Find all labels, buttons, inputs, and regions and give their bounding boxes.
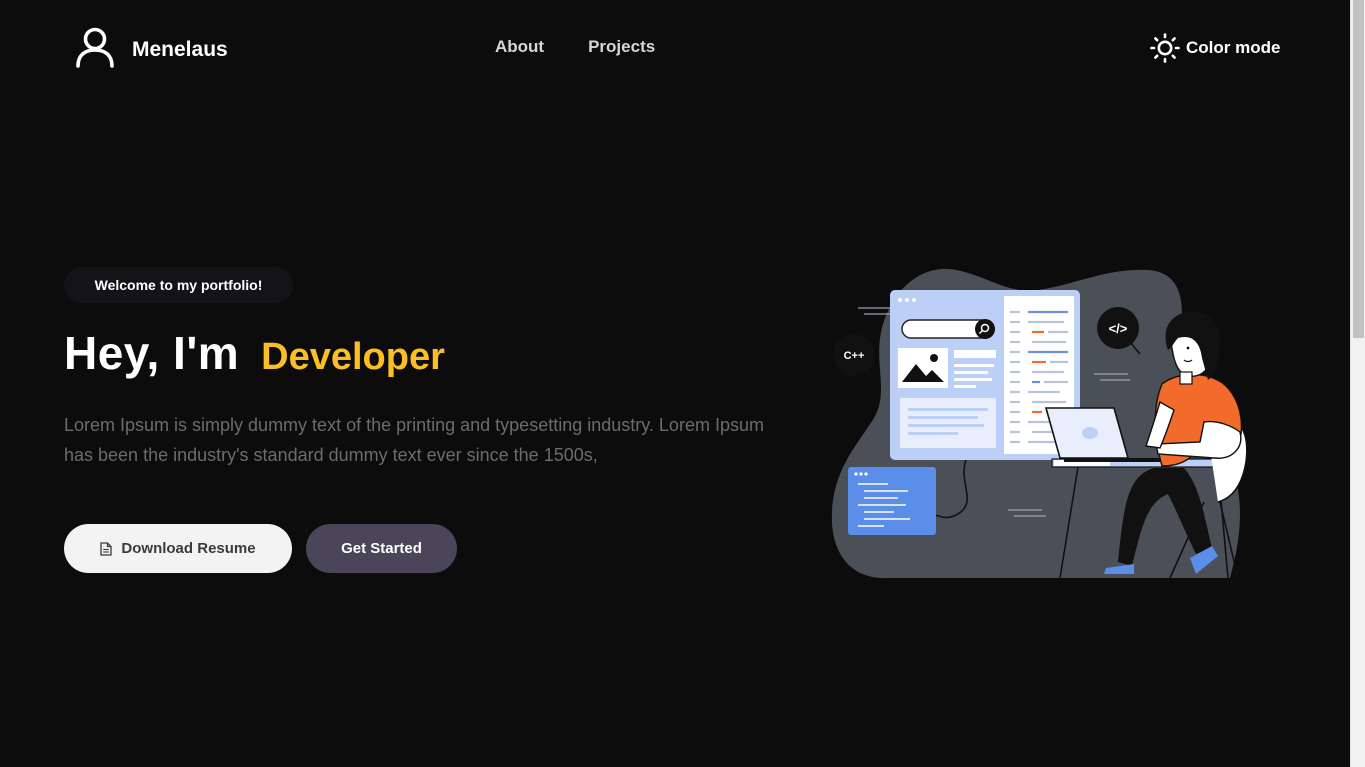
search-icon — [975, 319, 995, 339]
color-mode-toggle[interactable]: Color mode — [1150, 33, 1280, 63]
get-started-label: Get Started — [341, 540, 422, 557]
text-card-graphic — [900, 398, 996, 448]
document-icon — [100, 541, 113, 556]
nav-link-about[interactable]: About — [495, 37, 544, 57]
hero-headline: Hey, I'm Developer — [64, 326, 445, 380]
code-label: </> — [1109, 321, 1128, 336]
welcome-badge: Welcome to my portfolio! — [64, 267, 293, 303]
nav-link-projects[interactable]: Projects — [588, 37, 655, 57]
cpp-label: C++ — [844, 350, 865, 362]
get-started-button[interactable]: Get Started — [306, 524, 457, 573]
download-resume-button[interactable]: Download Resume — [64, 524, 292, 573]
nav-links: About Projects — [495, 37, 655, 57]
code-snippet-panel — [848, 467, 936, 535]
headline-text: Hey, I'm — [64, 327, 240, 379]
scrollbar-thumb[interactable] — [1353, 0, 1364, 338]
user-icon — [76, 27, 114, 68]
headline-accent: Developer — [261, 336, 445, 378]
brand[interactable]: Menelaus — [74, 26, 228, 68]
brand-name: Menelaus — [132, 38, 228, 61]
page: Menelaus About Projects Color mode Welco… — [0, 0, 1365, 767]
scrollbar[interactable] — [1350, 0, 1365, 767]
hero-description: Lorem Ipsum is simply dummy text of the … — [64, 415, 764, 465]
download-resume-label: Download Resume — [121, 540, 256, 557]
developer-illustration: C++ </> — [831, 268, 1248, 579]
sun-icon — [1150, 33, 1180, 63]
navbar: Menelaus About Projects Color mode — [0, 0, 1350, 100]
color-mode-label: Color mode — [1186, 38, 1281, 57]
